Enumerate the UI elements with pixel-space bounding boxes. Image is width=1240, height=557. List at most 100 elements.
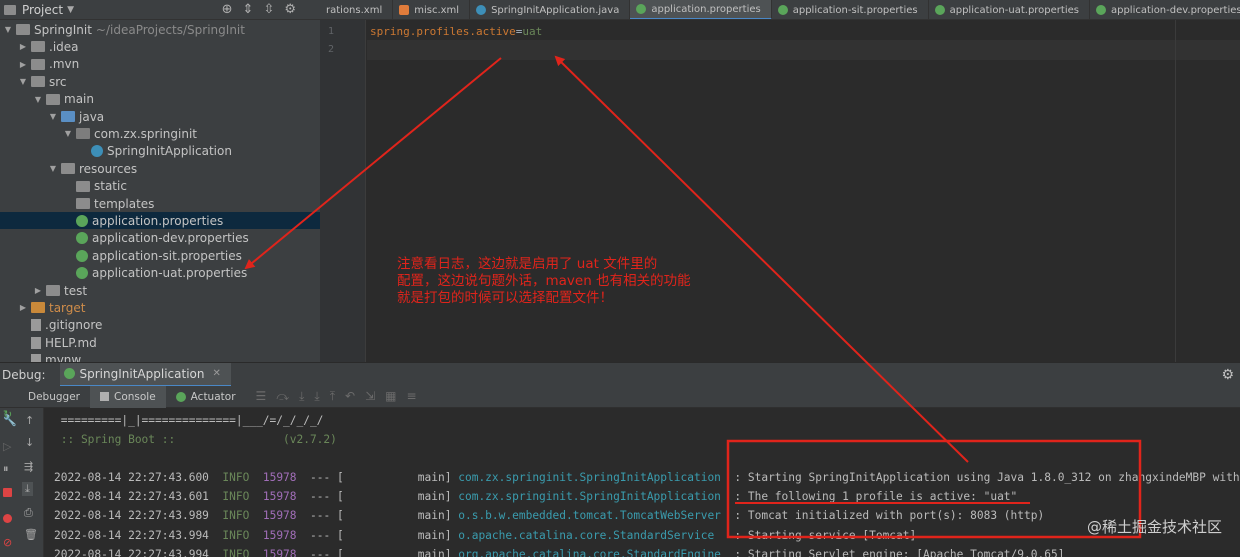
tree-item-label: HELP.md [45, 335, 97, 350]
editor-tab-label: rations.xml [326, 4, 383, 16]
gear-icon[interactable]: ⚙ [284, 2, 296, 17]
gear-icon[interactable]: ⚙ [1221, 367, 1234, 383]
pause-icon[interactable]: ⏸ [3, 462, 9, 476]
chevron-right-icon[interactable]: ▶ [17, 42, 29, 51]
tree-item[interactable]: ▼ src [0, 73, 320, 90]
log-message: : Tomcat initialized with port(s): 8083 … [727, 509, 1045, 523]
chevron-down-icon[interactable]: ▼ [47, 112, 59, 121]
prop-file-icon [636, 4, 647, 14]
scroll-to-end-icon[interactable]: ⤓ [22, 482, 33, 496]
log-level: INFO [222, 509, 250, 523]
chevron-down-icon[interactable]: ▼ [2, 25, 14, 34]
list-icon[interactable]: ☰ [256, 389, 267, 404]
editor-tab[interactable]: misc.xml [393, 0, 471, 19]
tree-item[interactable]: ▼ main [0, 91, 320, 108]
tab-debugger[interactable]: Debugger [18, 386, 90, 408]
collapse-all-icon[interactable]: ⇳ [263, 2, 274, 17]
mute-breakpoints-icon[interactable]: ⊘ [3, 536, 12, 549]
chevron-right-icon[interactable]: ▶ [17, 303, 29, 312]
step-into-icon[interactable]: ⤓ [299, 389, 304, 404]
tree-item[interactable]: ▶ test [0, 282, 320, 299]
chevron-right-icon[interactable]: ▶ [17, 60, 29, 69]
project-title[interactable]: Project [22, 3, 63, 17]
tree-item[interactable]: HELP.md [0, 334, 320, 351]
scroll-up-icon[interactable]: ↑ [25, 414, 34, 427]
tree-item[interactable]: ▼ java [0, 108, 320, 125]
folder-icon [31, 41, 45, 53]
chevron-down-icon[interactable]: ▼ [47, 164, 59, 173]
tree-item[interactable]: templates [0, 195, 320, 212]
properties-leaf-icon [76, 232, 88, 245]
annotation-line: 就是打包的时候可以选择配置文件！ [397, 290, 613, 306]
tree-item[interactable]: application-sit.properties [0, 247, 320, 264]
trash-icon[interactable]: 🗑 [24, 528, 38, 541]
locate-icon[interactable]: ⊕ [222, 2, 233, 17]
tree-item[interactable]: .gitignore [0, 317, 320, 334]
file-icon [31, 319, 41, 332]
editor-tab[interactable]: SpringInitApplication.java [470, 0, 631, 19]
editor-tab[interactable]: rations.xml [320, 0, 394, 19]
drop-frame-icon[interactable]: ↶ [345, 389, 355, 404]
debug-session-tab[interactable]: SpringInitApplication ✕ [59, 362, 231, 387]
chevron-right-icon[interactable]: ▶ [32, 286, 44, 295]
chevron-down-icon[interactable]: ▼ [67, 5, 74, 15]
resume-icon[interactable]: ▷ [3, 440, 11, 453]
tree-item[interactable]: SpringInitApplication [0, 143, 320, 160]
log-line: 2022-08-14 22:27:43.601 INFO 15978 --- [… [54, 490, 1017, 503]
console-icon [99, 392, 109, 401]
tab-console[interactable]: Console [89, 385, 166, 408]
step-out-icon[interactable]: ⤒ [330, 389, 335, 404]
tree-item[interactable]: ▼ SpringInit ~/ideaProjects/SpringInit [0, 21, 320, 38]
chevron-down-icon[interactable]: ▼ [32, 95, 44, 104]
step-over-icon[interactable]: ⤼ [276, 389, 289, 404]
tab-actuator[interactable]: Actuator [166, 386, 246, 408]
editor-tab-label: application-uat.properties [949, 4, 1079, 16]
editor-tab[interactable]: application-sit.properties [772, 0, 929, 19]
editor-tab[interactable]: application-dev.properties [1090, 0, 1240, 19]
java-file-icon [476, 5, 487, 15]
editor-tab[interactable]: application-uat.properties [929, 0, 1090, 19]
breakpoints-icon[interactable] [3, 514, 12, 523]
chevron-down-icon[interactable]: ▼ [62, 129, 74, 138]
run-to-cursor-icon[interactable]: ⇲ [365, 389, 375, 404]
source-folder-icon [61, 111, 75, 122]
tree-item[interactable]: ▼ resources [0, 160, 320, 177]
stop-icon[interactable] [3, 488, 12, 497]
code-editor[interactable]: spring.profiles.active=uat 注意看日志，这边就是启用了… [367, 20, 1240, 362]
tree-item[interactable]: mvnw [0, 352, 320, 362]
tree-item[interactable]: ▶ .mvn [0, 56, 320, 73]
log-line: 2022-08-14 22:27:43.994 INFO 15978 --- [… [54, 548, 1064, 557]
log-separator: --- [ [310, 509, 344, 523]
excluded-folder-icon [31, 302, 45, 314]
chevron-down-icon[interactable]: ▼ [17, 77, 29, 86]
print-icon[interactable]: ⎙ [24, 506, 33, 520]
wrench-icon[interactable]: 🔧 [3, 414, 17, 427]
tree-item[interactable]: application.properties [0, 212, 320, 230]
more-icon[interactable]: ≡ [407, 389, 417, 404]
tree-item[interactable]: ▼ com.zx.springinit [0, 125, 320, 142]
editor-tab-label: application.properties [651, 3, 761, 15]
log-pid: 15978 [262, 490, 297, 504]
tab-debugger-label: Debugger [28, 390, 80, 403]
console-output[interactable]: =========|_|==============|___/=/_/_/_/ … [44, 408, 1240, 557]
log-level: INFO [222, 528, 250, 542]
code-line[interactable]: spring.profiles.active=uat [370, 25, 542, 38]
prop-file-icon [1095, 5, 1106, 15]
folder-icon [46, 285, 60, 296]
log-pid: 15978 [262, 547, 297, 557]
evaluate-icon[interactable]: ▦ [385, 389, 396, 404]
tree-item-label: templates [94, 196, 155, 211]
force-step-into-icon[interactable]: ⤓ [314, 389, 319, 404]
close-icon[interactable]: ✕ [212, 368, 220, 379]
tree-item[interactable]: application-uat.properties [0, 265, 320, 282]
soft-wrap-icon[interactable]: ⇶ [24, 460, 33, 473]
tree-item[interactable]: static [0, 178, 320, 195]
scroll-down-icon[interactable]: ↓ [25, 436, 34, 449]
tree-item[interactable]: application-dev.properties [0, 230, 320, 247]
editor-tab[interactable]: application.properties [630, 0, 772, 19]
tree-item[interactable]: ▶ target [0, 299, 320, 316]
log-separator: --- [ [310, 471, 344, 484]
expand-all-icon[interactable]: ⇕ [243, 2, 254, 17]
tree-item[interactable]: ▶ .idea [0, 38, 320, 55]
